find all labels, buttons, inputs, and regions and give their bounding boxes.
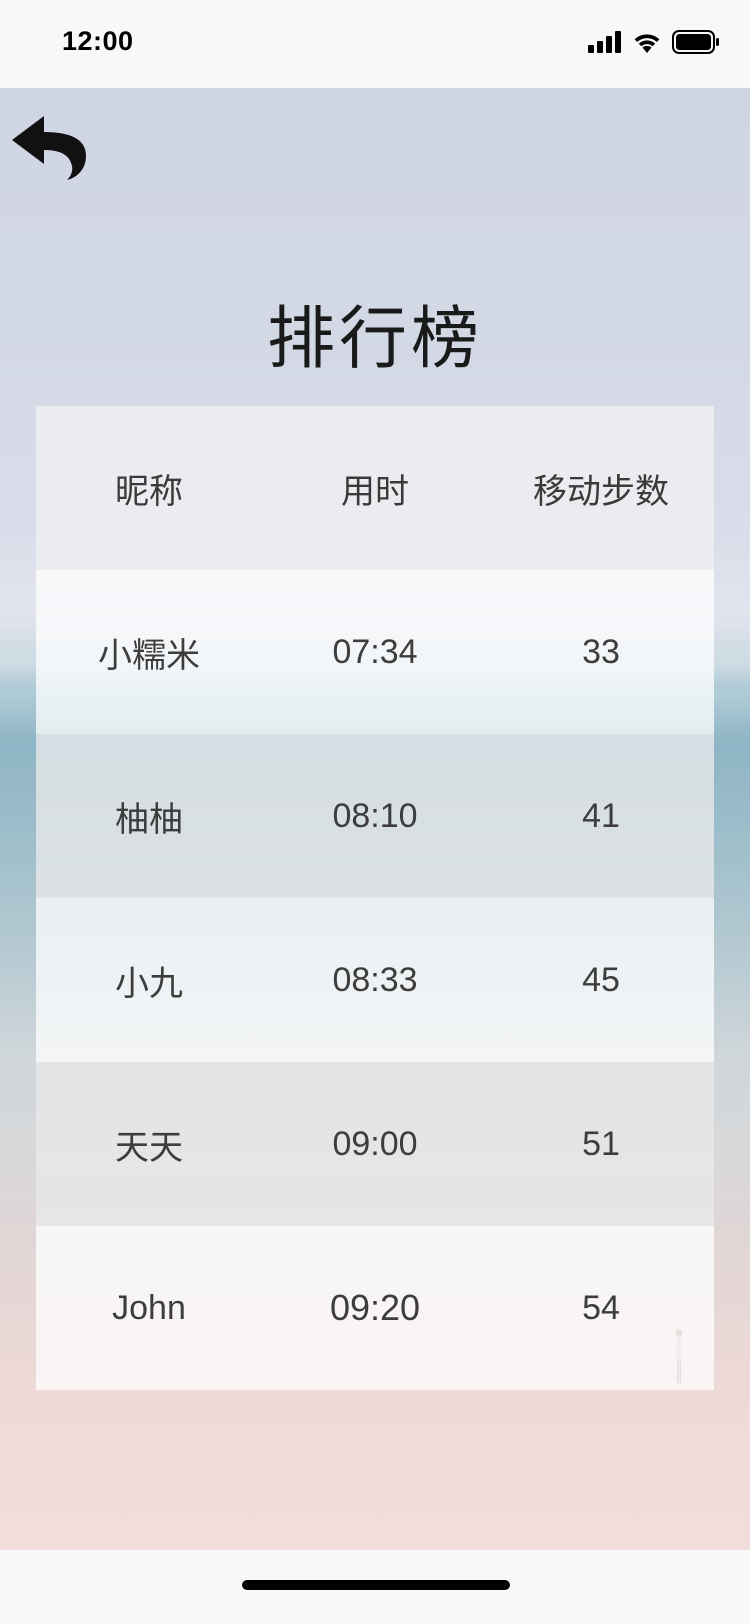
table-row: 小九 08:33 45 bbox=[36, 898, 714, 1062]
player-name: John bbox=[112, 1288, 186, 1327]
table-row: 天天 09:00 51 bbox=[36, 1062, 714, 1226]
status-icons bbox=[588, 30, 720, 59]
status-bar: 12:00 bbox=[0, 0, 750, 88]
signal-icon bbox=[588, 31, 622, 58]
player-moves: 33 bbox=[582, 632, 620, 671]
status-time: 12:00 bbox=[62, 26, 134, 56]
battery-icon bbox=[672, 30, 720, 59]
player-time: 09:20 bbox=[329, 1287, 421, 1328]
player-moves: 54 bbox=[582, 1288, 620, 1327]
player-name: 柚柚 bbox=[115, 800, 183, 839]
player-time: 07:34 bbox=[332, 632, 418, 671]
player-moves: 41 bbox=[582, 796, 620, 835]
leaderboard-table: 昵称 用时 移动步数 小糯米 07:34 33 柚柚 08:10 41 小九 0… bbox=[36, 406, 714, 1390]
table-header-row: 昵称 用时 移动步数 bbox=[36, 406, 714, 570]
player-time: 08:10 bbox=[332, 796, 418, 835]
player-time: 09:00 bbox=[332, 1124, 418, 1163]
player-name: 小糯米 bbox=[98, 636, 200, 675]
header-time: 用时 bbox=[341, 472, 409, 511]
bottom-bar bbox=[0, 1550, 750, 1624]
player-name: 天天 bbox=[115, 1128, 183, 1167]
back-arrow-icon bbox=[12, 116, 86, 180]
header-moves: 移动步数 bbox=[533, 472, 669, 511]
player-moves: 45 bbox=[582, 960, 620, 999]
table-row: 小糯米 07:34 33 bbox=[36, 570, 714, 734]
back-button[interactable] bbox=[10, 110, 90, 182]
wifi-icon bbox=[632, 30, 662, 59]
table-row: John 09:20 54 bbox=[36, 1226, 714, 1390]
page-title: 排行榜 bbox=[266, 301, 483, 377]
table-row: 柚柚 08:10 41 bbox=[36, 734, 714, 898]
player-name: 小九 bbox=[115, 964, 183, 1003]
header-nickname: 昵称 bbox=[115, 472, 183, 511]
player-time: 08:33 bbox=[332, 960, 418, 999]
player-moves: 51 bbox=[582, 1124, 620, 1163]
home-indicator[interactable] bbox=[242, 1580, 510, 1590]
